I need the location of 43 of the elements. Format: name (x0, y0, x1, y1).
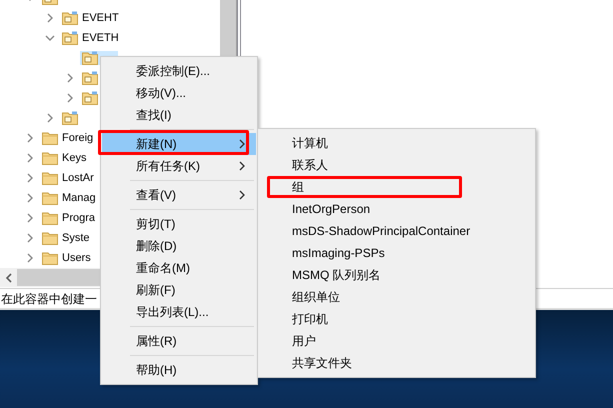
menu-item[interactable]: msDS-ShadowPrincipalContainer (259, 220, 534, 242)
menu-item[interactable]: 联系人 (259, 154, 534, 176)
folder-icon (42, 251, 58, 265)
menu-item[interactable]: 打印机 (259, 308, 534, 330)
tree-item[interactable]: Progra (40, 209, 98, 227)
folder-icon (62, 11, 78, 25)
folder-icon (82, 51, 98, 65)
menu-item[interactable]: 用户 (259, 330, 534, 352)
tree-item[interactable]: EVETH (60, 29, 121, 47)
menu-item[interactable]: 删除(D) (102, 235, 256, 257)
folder-icon (42, 191, 58, 205)
tree-item[interactable]: Foreig (40, 129, 96, 147)
scroll-left-icon[interactable] (5, 272, 12, 282)
menu-item[interactable]: msImaging-PSPs (259, 242, 534, 264)
menu-item[interactable]: 委派控制(E)... (102, 60, 256, 82)
folder-icon (42, 131, 58, 145)
menu-item[interactable]: 帮助(H) (102, 359, 256, 381)
tree-item[interactable]: Users (40, 249, 93, 267)
folder-icon (42, 231, 58, 245)
folder-icon (62, 111, 78, 125)
menu-item[interactable]: 剪切(T) (102, 213, 256, 235)
folder-icon (42, 171, 58, 185)
menu-item[interactable]: 查看(V) (102, 184, 256, 206)
tree-item[interactable]: Manag (40, 189, 98, 207)
folder-icon (42, 151, 58, 165)
menu-item[interactable]: InetOrgPerson (259, 198, 534, 220)
menu-item[interactable]: MSMQ 队列别名 (259, 264, 534, 286)
folder-icon (82, 71, 98, 85)
menu-item[interactable]: 移动(V)... (102, 82, 256, 104)
tree-item[interactable]: Keys (40, 149, 88, 167)
folder-icon (42, 211, 58, 225)
menu-item[interactable]: 查找(I) (102, 104, 256, 126)
menu-item[interactable]: 所有任务(K) (102, 155, 256, 177)
menu-item[interactable]: 组织单位 (259, 286, 534, 308)
folder-icon (62, 31, 78, 45)
menu-item[interactable]: 重命名(M) (102, 257, 256, 279)
menu-item[interactable]: 计算机 (259, 132, 534, 154)
menu-item[interactable]: 共享文件夹 (259, 352, 534, 374)
menu-item[interactable]: 属性(R) (102, 330, 256, 352)
tree-item[interactable]: Syste (40, 229, 92, 247)
tree-item[interactable]: EVEHT (60, 9, 121, 27)
tree-item[interactable]: LostAr (40, 169, 96, 187)
folder-icon (82, 91, 98, 105)
